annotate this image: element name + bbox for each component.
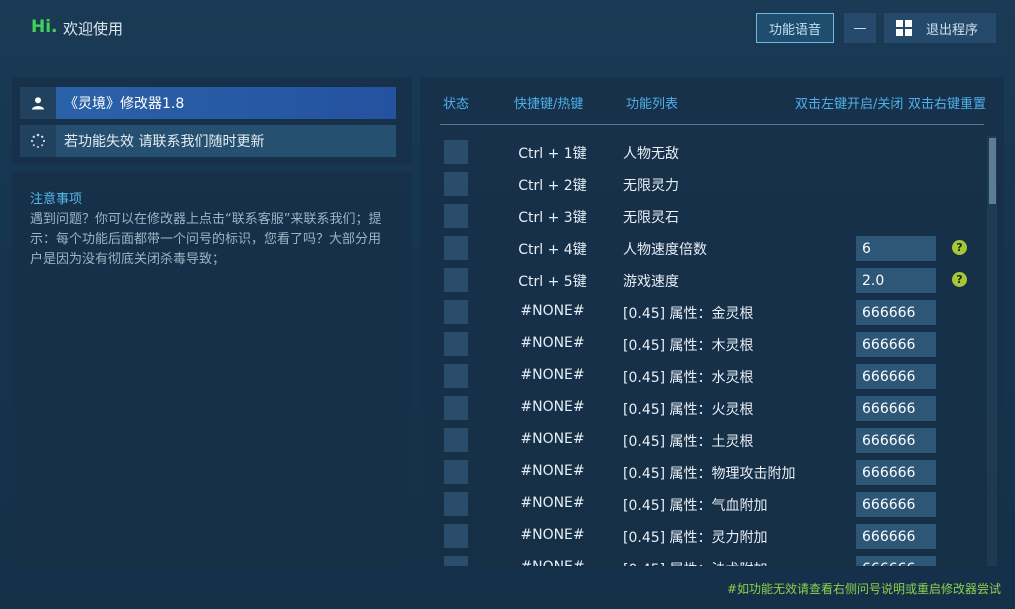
trainer-title-row: 《灵境》修改器1.8	[20, 87, 396, 119]
status-toggle[interactable]	[444, 172, 468, 196]
hotkey-label: #NONE#	[520, 399, 585, 415]
function-row[interactable]: Ctrl + 3键 无限灵石	[420, 200, 986, 232]
spinner-icon	[20, 125, 56, 157]
status-toggle[interactable]	[444, 428, 468, 452]
value-input[interactable]: 666666	[856, 492, 936, 517]
hotkey-label: Ctrl + 4键	[518, 242, 587, 258]
hotkey-label: #NONE#	[490, 559, 615, 566]
function-name: [0.45] 属性：火灵根	[623, 402, 754, 418]
function-name: [0.45] 属性：物理攻击附加	[623, 466, 796, 482]
help-icon[interactable]: ?	[952, 240, 967, 255]
status-toggle[interactable]	[444, 332, 468, 356]
header-hotkey: 快捷键/热键	[514, 97, 584, 112]
function-row[interactable]: #NONE# [0.45] 属性：金灵根 666666	[420, 296, 986, 328]
hotkey-label: #NONE#	[520, 463, 585, 479]
function-name: 人物无敌	[623, 146, 679, 162]
hi-logo: Hi.	[31, 17, 58, 37]
help-icon[interactable]: ?	[952, 272, 967, 287]
status-toggle[interactable]	[444, 556, 468, 566]
header-hint-left-click: 双击左键开启/关闭	[795, 97, 904, 112]
status-toggle[interactable]	[444, 204, 468, 228]
header-hint-right-click: 双击右键重置	[908, 97, 987, 112]
status-toggle[interactable]	[444, 364, 468, 388]
function-row[interactable]: #NONE# [0.45] 属性：法术附加 666666	[420, 552, 986, 566]
voice-button[interactable]: 功能语音	[756, 13, 834, 43]
hotkey-label: #NONE#	[520, 303, 585, 319]
exit-button-label: 退出程序	[926, 22, 979, 38]
hotkey-label: Ctrl + 2键	[518, 178, 587, 194]
welcome-text: 欢迎使用	[63, 20, 124, 38]
exit-button[interactable]: 退出程序	[884, 13, 996, 43]
hotkey-label: #NONE#	[520, 335, 585, 351]
status-toggle[interactable]	[444, 300, 468, 324]
function-list: Ctrl + 1键 人物无敌 Ctrl + 2键 无限灵力 Ctrl + 3键 无限灵石 C…	[420, 136, 986, 566]
value-input[interactable]: 666666	[856, 300, 936, 325]
value-input[interactable]: 666666	[856, 460, 936, 485]
status-toggle[interactable]	[444, 396, 468, 420]
footer-tip: #如功能无效请查看右侧问号说明或重启修改器尝试	[726, 582, 1001, 596]
function-name: [0.45] 属性：灵力附加	[623, 530, 768, 546]
hotkey-label: Ctrl + 5键	[518, 274, 587, 290]
hotkey-label: #NONE#	[520, 367, 585, 383]
value-input[interactable]: 2.0	[856, 268, 936, 293]
function-name: 无限灵力	[623, 178, 679, 194]
status-toggle[interactable]	[444, 460, 468, 484]
status-toggle[interactable]	[444, 140, 468, 164]
header-divider	[440, 124, 984, 125]
function-row[interactable]: #NONE# [0.45] 属性：灵力附加 666666	[420, 520, 986, 552]
status-toggle[interactable]	[444, 236, 468, 260]
windows-icon	[896, 20, 912, 36]
function-name: [0.45] 属性：法术附加	[623, 559, 768, 566]
function-row[interactable]: #NONE# [0.45] 属性：气血附加 666666	[420, 488, 986, 520]
hotkey-label: #NONE#	[520, 431, 585, 447]
function-row[interactable]: Ctrl + 5键 游戏速度 2.0?	[420, 264, 986, 296]
notes-text: 遇到问题？你可以在修改器上点击“联系客服”来联系我们；提示：每个功能后面都带一个…	[30, 212, 382, 267]
status-toggle[interactable]	[444, 524, 468, 548]
value-input[interactable]: 6	[856, 236, 936, 261]
function-row[interactable]: Ctrl + 4键 人物速度倍数 6?	[420, 232, 986, 264]
user-icon	[20, 87, 56, 119]
scrollbar-thumb[interactable]	[989, 138, 996, 204]
function-name: 游戏速度	[623, 274, 679, 290]
hotkey-label: Ctrl + 1键	[518, 146, 587, 162]
value-input[interactable]: 666666	[856, 428, 936, 453]
function-row[interactable]: Ctrl + 2键 无限灵力	[420, 168, 986, 200]
notes-title: 注意事项	[30, 192, 83, 207]
title-bar: Hi. 欢迎使用 功能语音 — 退出程序	[0, 0, 1015, 60]
function-row[interactable]: Ctrl + 1键 人物无敌	[420, 136, 986, 168]
function-name: [0.45] 属性：金灵根	[623, 306, 754, 322]
status-toggle[interactable]	[444, 492, 468, 516]
hotkey-label: #NONE#	[520, 527, 585, 543]
status-toggle[interactable]	[444, 268, 468, 292]
hotkey-label: Ctrl + 3键	[518, 210, 587, 226]
header-status: 状态	[443, 97, 470, 112]
function-row[interactable]: #NONE# [0.45] 属性：木灵根 666666	[420, 328, 986, 360]
trainer-title: 《灵境》修改器1.8	[56, 87, 396, 119]
hotkey-label: #NONE#	[520, 495, 585, 511]
function-name: 人物速度倍数	[623, 242, 707, 258]
function-row[interactable]: #NONE# [0.45] 属性：物理攻击附加 666666	[420, 456, 986, 488]
value-input[interactable]: 666666	[856, 524, 936, 549]
value-input[interactable]: 666666	[856, 364, 936, 389]
update-notice: 若功能失效 请联系我们随时更新	[56, 125, 396, 157]
header-function: 功能列表	[626, 97, 679, 112]
function-row[interactable]: #NONE# [0.45] 属性：水灵根 666666	[420, 360, 986, 392]
function-row[interactable]: #NONE# [0.45] 属性：土灵根 666666	[420, 424, 986, 456]
value-input[interactable]: 666666	[856, 396, 936, 421]
function-name: [0.45] 属性：木灵根	[623, 338, 754, 354]
value-input[interactable]: 666666	[856, 332, 936, 357]
function-name: [0.45] 属性：气血附加	[623, 498, 768, 514]
function-name: 无限灵石	[623, 210, 679, 226]
minimize-button[interactable]: —	[844, 13, 876, 43]
function-name: [0.45] 属性：土灵根	[623, 434, 754, 450]
notice-row: 若功能失效 请联系我们随时更新	[20, 125, 396, 157]
scrollbar[interactable]	[987, 136, 997, 566]
function-name: [0.45] 属性：水灵根	[623, 370, 754, 386]
value-input[interactable]: 666666	[856, 556, 936, 566]
function-row[interactable]: #NONE# [0.45] 属性：火灵根 666666	[420, 392, 986, 424]
